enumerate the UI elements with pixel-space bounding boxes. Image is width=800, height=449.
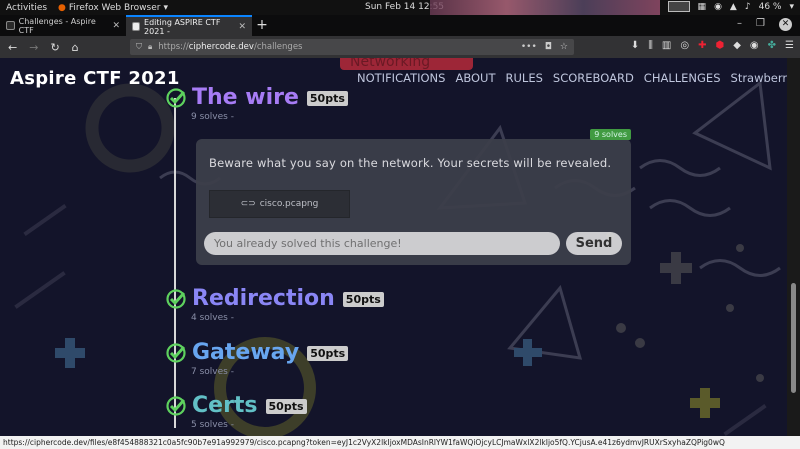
nav-about[interactable]: ABOUT [455,71,495,85]
challenge-name[interactable]: Gateway [192,341,299,365]
minimize-button[interactable]: – [737,18,742,31]
solve-count: 5 solves - [191,420,234,430]
lock-icon[interactable]: 🔒︎ [148,42,152,52]
chevron-down-icon: ▾ [163,2,168,13]
extension-icon[interactable]: ◆ [733,40,741,51]
user-name: StrawberryCow [730,71,787,85]
solve-count: 4 solves - [191,313,234,323]
page-actions-icon[interactable]: ••• [521,42,537,52]
close-icon[interactable]: ✕ [238,22,246,32]
solves-badge: 9 solves [590,129,631,140]
extension-icon[interactable]: ✚ [698,40,706,51]
favicon-icon [6,21,15,30]
firefox-icon: ● [58,2,66,13]
status-bar-link: https://ciphercode.dev/files/e8f45488832… [0,436,800,449]
tab-challenges[interactable]: Challenges - Aspire CTF ✕ [0,15,126,36]
challenge-name[interactable]: Certs [192,394,258,418]
challenge-name[interactable]: The wire [192,86,299,110]
check-icon [166,343,186,363]
solve-count: 7 solves - [191,367,234,377]
navigation-bar: ← → ↻ ⌂ ⛉ 🔒︎ https://ciphercode.dev/chal… [0,36,800,58]
challenge-item[interactable]: Gateway 50pts 7 solves - [166,341,349,377]
challenge-name[interactable]: Redirection [192,287,335,311]
category-header: Networking [340,58,473,70]
system-top-bar: Activities ● Firefox Web Browser ▾ Sun F… [0,0,800,15]
close-icon[interactable]: ✕ [112,21,120,31]
forward-arrow-icon[interactable]: → [29,41,38,54]
nav-rules[interactable]: RULES [506,71,543,85]
favicon-icon [132,22,141,31]
paperclip-icon: ⊂⊃ [240,199,256,209]
discord-icon[interactable]: ◉ [714,2,722,12]
file-name: cisco.pcapng [259,199,319,209]
points-badge: 50pts [342,291,384,307]
nav-scoreboard[interactable]: SCOREBOARD [553,71,634,85]
battery-label[interactable]: 46 % [759,2,782,12]
site-title[interactable]: Aspire CTF 2021 [10,68,180,89]
send-button[interactable]: Send [566,232,622,255]
user-menu[interactable]: StrawberryCow ▼ [731,71,787,85]
activities-button[interactable]: Activities [0,3,58,13]
site-nav: NOTIFICATIONS ABOUT RULES SCOREBOARD CHA… [357,71,787,85]
check-icon [166,88,186,108]
tab-title: Editing ASPIRE CTF 2021 - [144,17,221,36]
challenge-description: Beware what you say on the network. Your… [209,156,612,170]
reload-icon[interactable]: ↻ [50,41,59,54]
flag-input[interactable] [204,232,560,255]
shield-icon[interactable]: ⛉ [136,42,142,52]
nav-notifications[interactable]: NOTIFICATIONS [357,71,445,85]
nav-challenges[interactable]: CHALLENGES [644,71,721,85]
app-menu-label: Firefox Web Browser [68,2,161,13]
points-badge: 50pts [306,90,348,106]
back-arrow-icon[interactable]: ← [8,41,17,54]
check-icon [166,289,186,309]
file-download-button[interactable]: ⊂⊃ cisco.pcapng [209,190,350,218]
network-icon[interactable]: ▲ [730,2,737,12]
pocket-icon[interactable]: ◘ [545,42,552,52]
page-scrollbar[interactable] [787,58,800,436]
url-text[interactable]: https://ciphercode.dev/challenges [158,42,302,52]
tab-title: Challenges - Aspire CTF [18,16,96,35]
bookmark-star-icon[interactable]: ☆ [560,42,568,52]
points-badge: 50pts [307,345,349,361]
challenge-item[interactable]: The wire 50pts 9 solves - [166,86,348,122]
download-icon[interactable]: ⬇ [631,40,639,51]
sidebar-icon[interactable]: ▥ [662,40,671,51]
window-controls: – ❐ ✕ [737,18,792,31]
account-icon[interactable]: ◎ [680,40,689,51]
challenge-panel: 9 solves Beware what you say on the netw… [196,129,631,265]
tab-editing[interactable]: Editing ASPIRE CTF 2021 - ✕ [126,15,252,36]
points-badge: 50pts [265,398,307,414]
system-tray: ▦ ◉ ▲ ♪ 46 % ▾ [667,1,794,12]
extension-icon[interactable]: ◉ [750,40,759,51]
challenge-item[interactable]: Redirection 50pts 4 solves - [166,287,384,323]
adblock-icon[interactable]: ⬢ [715,40,724,51]
screen-thumbnail [667,1,690,12]
solve-count: 9 solves - [191,112,234,122]
restore-button[interactable]: ❐ [756,18,765,31]
new-tab-button[interactable]: + [252,15,272,36]
wallpaper-strip [430,0,660,15]
grid-icon[interactable]: ▦ [698,2,707,12]
tab-strip: Challenges - Aspire CTF ✕ Editing ASPIRE… [0,15,800,36]
timeline-line [174,98,176,428]
home-icon[interactable]: ⌂ [72,41,79,54]
volume-icon[interactable]: ♪ [745,2,751,12]
app-menu[interactable]: ● Firefox Web Browser ▾ [58,3,168,13]
challenge-item[interactable]: Certs 50pts 5 solves - [166,394,307,430]
url-bar[interactable]: ⛉ 🔒︎ https://ciphercode.dev/challenges •… [130,39,574,55]
scrollbar-thumb[interactable] [791,283,796,393]
toolbar-right: ⬇ ⫼ ▥ ◎ ✚ ⬢ ◆ ◉ ✤ ☰ [631,40,794,51]
extension-icon[interactable]: ✤ [768,40,776,51]
chevron-down-icon[interactable]: ▾ [789,2,794,12]
library-icon[interactable]: ⫼ [648,40,653,51]
page-content: Networking Aspire CTF 2021 NOTIFICATIONS… [0,58,787,436]
check-icon [166,396,186,416]
menu-icon[interactable]: ☰ [785,40,794,51]
window-close-button[interactable]: ✕ [779,18,792,31]
